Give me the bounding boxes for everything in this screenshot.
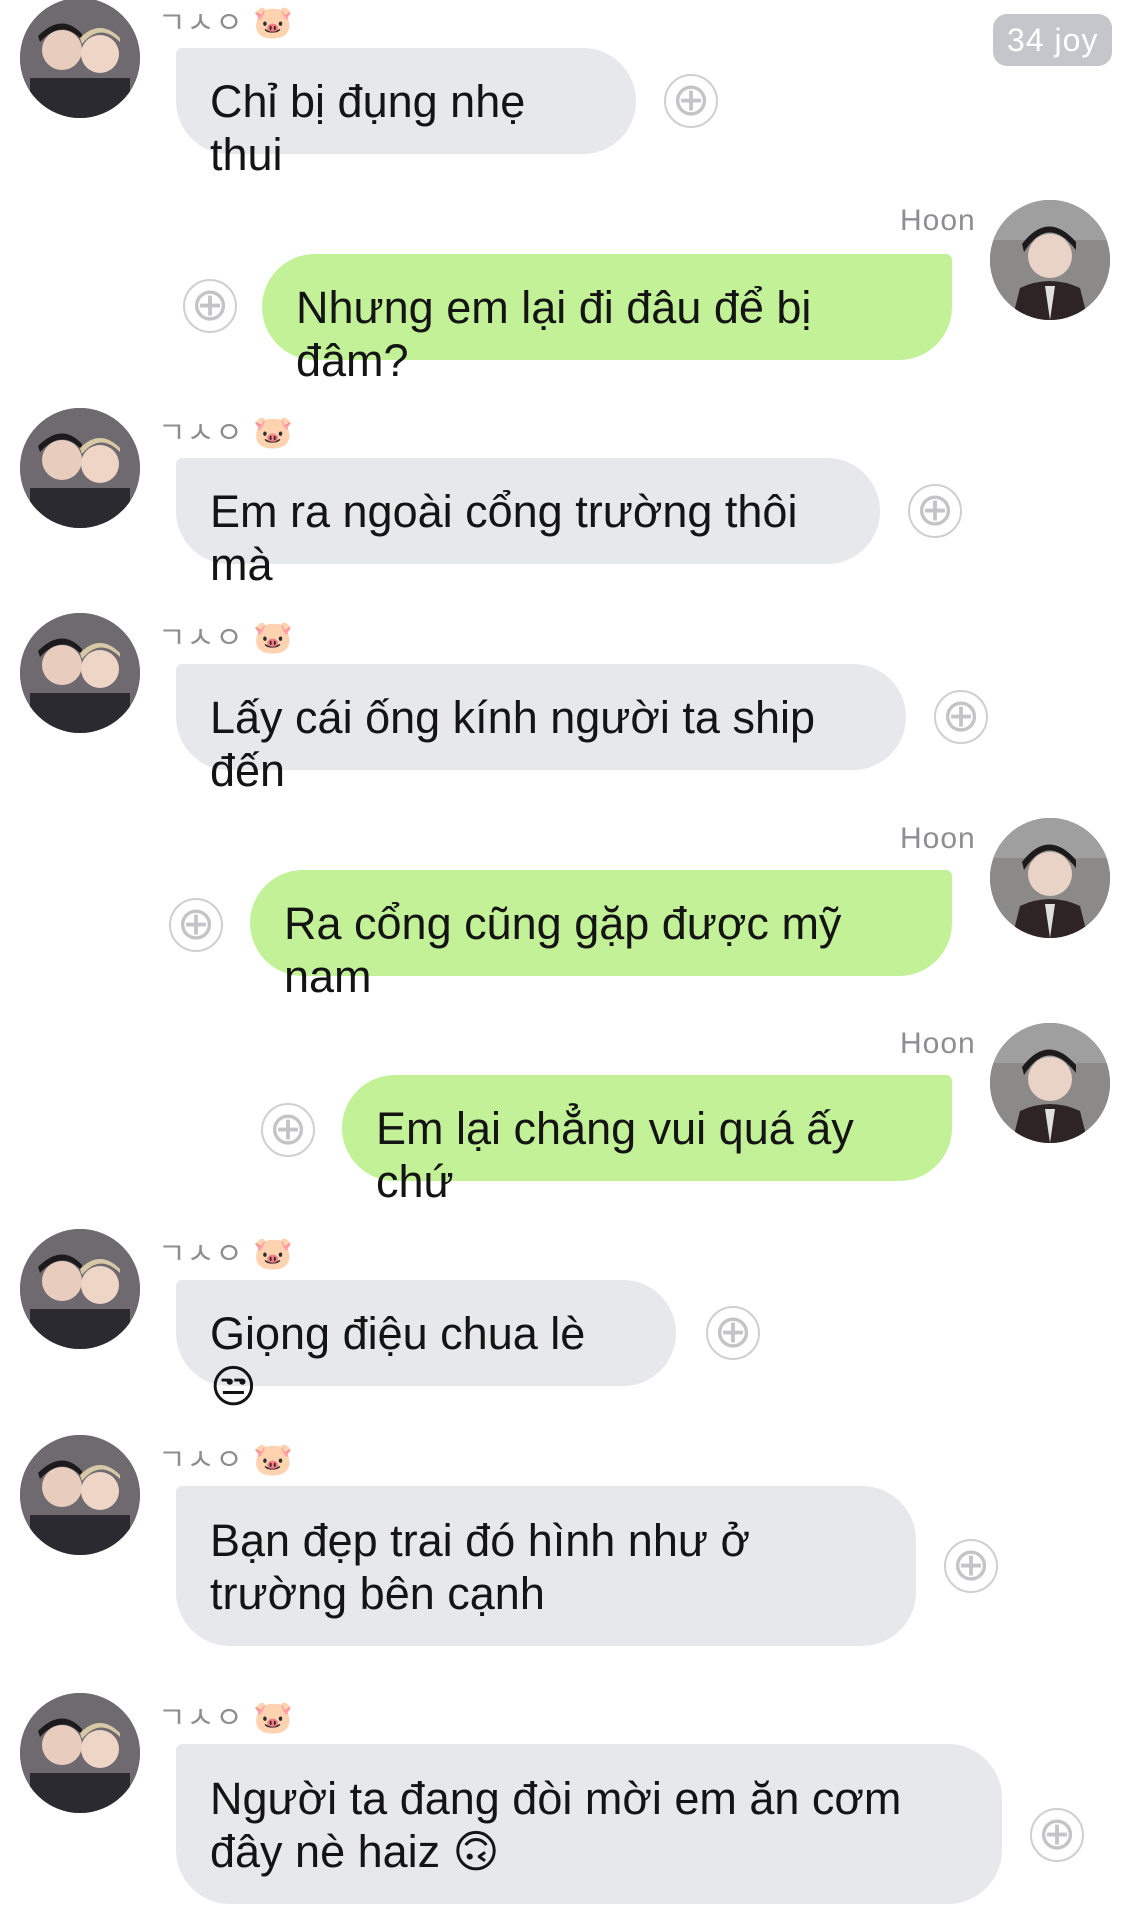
pig-emoji-icon: 🐷 [253, 1441, 294, 1477]
sender-name: Hoon [900, 822, 976, 855]
my-avatar[interactable] [990, 818, 1110, 938]
contact-avatar[interactable] [20, 613, 140, 733]
contact-avatar[interactable] [20, 1229, 140, 1349]
sender-name-text: ㄱㅅㅇ [158, 1444, 244, 1477]
contact-avatar[interactable] [20, 408, 140, 528]
pig-emoji-icon: 🐷 [253, 1699, 294, 1735]
pig-emoji-icon: 🐷 [253, 619, 294, 655]
pig-emoji-icon: 🐷 [253, 4, 294, 40]
sender-name: ㄱㅅㅇ 🐷 [158, 1693, 294, 1737]
contact-avatar[interactable] [20, 1435, 140, 1555]
message-text: Ra cổng cũng gặp được mỹ nam [284, 898, 842, 1002]
message-bubble[interactable]: Giọng điệu chua lè 😒 [176, 1280, 676, 1412]
message-text: Bạn đẹp trai đó hình như ở trường bên cạ… [210, 1515, 750, 1619]
sender-name-text: ㄱㅅㅇ [158, 417, 244, 450]
add-reaction-icon[interactable]: ⊕ [1030, 1808, 1084, 1862]
my-avatar[interactable] [990, 1023, 1110, 1143]
message-text: Giọng điệu chua lè 😒 [210, 1308, 586, 1412]
add-reaction-icon[interactable]: ⊕ [908, 484, 962, 538]
message-bubble[interactable]: Em ra ngoài cổng trường thôi mà [176, 458, 880, 590]
pig-emoji-icon: 🐷 [253, 1235, 294, 1271]
message-bubble[interactable]: Người ta đang đòi mời em ăn cơm đây nè h… [176, 1744, 1002, 1904]
add-reaction-icon[interactable]: ⊕ [169, 898, 223, 952]
sender-name: ㄱㅅㅇ 🐷 [158, 1229, 294, 1273]
message-text: Em lại chẳng vui quá ấy chứ [376, 1103, 854, 1207]
message-bubble[interactable]: Chỉ bị đụng nhẹ thui [176, 48, 636, 180]
time-badge: 34 joy [993, 14, 1113, 66]
add-reaction-icon[interactable]: ⊕ [706, 1306, 760, 1360]
add-reaction-icon[interactable]: ⊕ [944, 1539, 998, 1593]
sender-name-text: ㄱㅅㅇ [158, 1702, 244, 1735]
sender-name: ㄱㅅㅇ 🐷 [158, 1435, 294, 1479]
add-reaction-icon[interactable]: ⊕ [261, 1103, 315, 1157]
message-text: Lấy cái ống kính người ta ship đến [210, 692, 815, 796]
pig-emoji-icon: 🐷 [253, 414, 294, 450]
sender-name-text: ㄱㅅㅇ [158, 622, 244, 655]
message-bubble[interactable]: Ra cổng cũng gặp được mỹ nam [250, 870, 952, 1002]
add-reaction-icon[interactable]: ⊕ [664, 74, 718, 128]
contact-avatar[interactable] [20, 1693, 140, 1813]
message-text: Nhưng em lại đi đâu để bị đâm? [296, 282, 812, 386]
message-bubble[interactable]: Em lại chẳng vui quá ấy chứ [342, 1075, 952, 1207]
sender-name-text: ㄱㅅㅇ [158, 1238, 244, 1271]
message-text: Em ra ngoài cổng trường thôi mà [210, 486, 798, 590]
message-text: Chỉ bị đụng nhẹ thui [210, 76, 526, 180]
add-reaction-icon[interactable]: ⊕ [934, 690, 988, 744]
message-bubble[interactable]: Lấy cái ống kính người ta ship đến [176, 664, 906, 796]
contact-avatar[interactable] [20, 0, 140, 118]
sender-name: Hoon [900, 204, 976, 237]
my-avatar[interactable] [990, 200, 1110, 320]
message-bubble[interactable]: Bạn đẹp trai đó hình như ở trường bên cạ… [176, 1486, 916, 1646]
sender-name: ㄱㅅㅇ 🐷 [158, 613, 294, 657]
sender-name: ㄱㅅㅇ 🐷 [158, 0, 294, 42]
sender-name: Hoon [900, 1027, 976, 1060]
message-text: Người ta đang đòi mời em ăn cơm đây nè h… [210, 1773, 902, 1877]
add-reaction-icon[interactable]: ⊕ [183, 279, 237, 333]
sender-name-text: ㄱㅅㅇ [158, 7, 244, 40]
message-bubble[interactable]: Nhưng em lại đi đâu để bị đâm? [262, 254, 952, 386]
sender-name: ㄱㅅㅇ 🐷 [158, 408, 294, 452]
